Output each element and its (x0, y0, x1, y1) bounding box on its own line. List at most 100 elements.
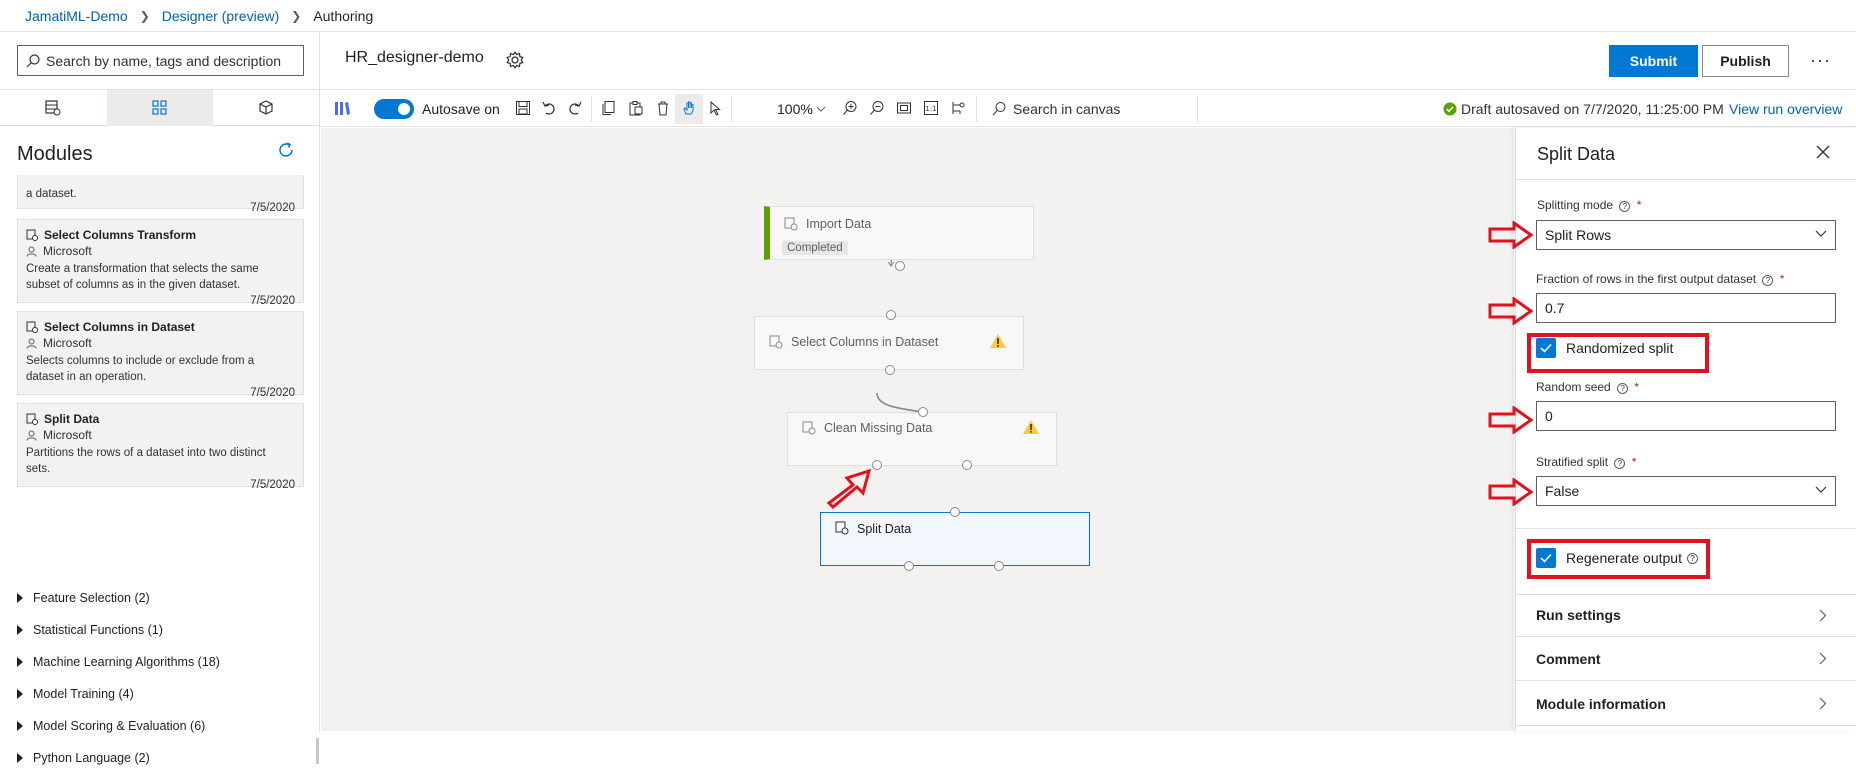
undo-icon[interactable] (541, 100, 557, 116)
module-card[interactable]: Select Columns Transform Microsoft Creat… (17, 219, 304, 307)
fraction-input[interactable]: 0.7 (1536, 293, 1836, 323)
redo-icon[interactable] (567, 100, 583, 116)
random-seed-input[interactable]: 0 (1536, 401, 1836, 431)
module-date: 7/5/2020 (250, 479, 295, 491)
more-options-button[interactable]: ··· (1810, 50, 1831, 71)
module-author-row: Microsoft (26, 428, 295, 442)
chevron-down-icon (1815, 486, 1827, 493)
node-import-data[interactable]: Import Data Completed (764, 206, 1034, 260)
tab-datasets[interactable] (0, 90, 107, 126)
actual-size-icon[interactable]: 1:1 (923, 100, 939, 116)
breadcrumb-designer-link[interactable]: Designer (preview) (162, 8, 279, 24)
splitting-mode-label: Splitting mode ? * (1537, 198, 1641, 212)
module-search-input[interactable] (46, 52, 286, 69)
node-select-columns-in-dataset[interactable]: Select Columns in Dataset (754, 316, 1024, 370)
node-split-data[interactable]: Split Data (820, 512, 1090, 566)
caret-right-icon (17, 657, 23, 667)
output-port[interactable] (904, 561, 914, 571)
pointer-select-icon[interactable] (707, 100, 723, 116)
category-label: Python Language (2) (33, 751, 150, 765)
module-information-section[interactable]: Module information (1536, 696, 1666, 712)
module-card[interactable]: Select Columns in Dataset Microsoft Sele… (17, 311, 304, 399)
output-port[interactable] (895, 261, 905, 271)
stratified-split-dropdown[interactable]: False (1536, 476, 1836, 506)
caret-right-icon (17, 625, 23, 635)
category-python-language[interactable]: Python Language (2) (17, 742, 307, 774)
zoom-in-icon[interactable] (842, 100, 858, 116)
close-icon[interactable] (1816, 145, 1830, 159)
module-card[interactable]: a dataset. 7/5/2020 (17, 175, 304, 214)
module-date: 7/5/2020 (250, 295, 295, 307)
view-run-overview-link[interactable]: View run overview (1729, 101, 1842, 117)
submit-button[interactable]: Submit (1609, 45, 1698, 77)
tab-models[interactable] (213, 90, 320, 126)
person-icon (26, 246, 37, 257)
output-port[interactable] (885, 365, 895, 375)
fit-to-screen-icon[interactable] (896, 100, 912, 116)
input-port[interactable] (950, 507, 960, 517)
output-port[interactable] (962, 460, 972, 470)
node-title: Clean Missing Data (824, 421, 933, 435)
module-description: Partitions the rows of a dataset into tw… (26, 447, 266, 475)
hand-pan-icon[interactable] (681, 100, 697, 116)
cube-icon (259, 100, 274, 115)
node-title: Select Columns in Dataset (791, 335, 939, 349)
caret-right-icon (17, 593, 23, 603)
module-category-list: Feature Selection (2) Statistical Functi… (17, 582, 307, 774)
module-date: 7/5/2020 (250, 387, 295, 399)
canvas-search-input[interactable]: Search in canvas (1013, 101, 1120, 117)
input-port[interactable] (918, 407, 928, 417)
category-statistical-functions[interactable]: Statistical Functions (1) (17, 614, 307, 646)
publish-button[interactable]: Publish (1702, 45, 1789, 77)
module-name: Select Columns Transform (44, 228, 197, 242)
zoom-level-dropdown[interactable]: 100% (777, 101, 813, 117)
annotation-arrow (1488, 406, 1534, 434)
palette-scrollbar[interactable] (316, 738, 319, 764)
autosave-label: Autosave on (422, 101, 500, 117)
autosave-toggle[interactable] (374, 99, 414, 119)
node-clean-missing-data[interactable]: Clean Missing Data (787, 412, 1057, 466)
category-model-scoring[interactable]: Model Scoring & Evaluation (6) (17, 710, 307, 742)
category-model-training[interactable]: Model Training (4) (17, 678, 307, 710)
input-port[interactable] (886, 310, 896, 320)
pipeline-canvas[interactable]: Import Data Completed Select Columns in … (321, 128, 1514, 731)
search-icon (992, 102, 1006, 116)
category-feature-selection[interactable]: Feature Selection (2) (17, 582, 307, 614)
module-search-box[interactable] (17, 45, 304, 76)
run-settings-section[interactable]: Run settings (1536, 607, 1621, 623)
success-check-icon (1443, 102, 1457, 116)
module-icon (26, 229, 38, 241)
paste-icon[interactable] (628, 100, 644, 116)
annotation-arrow (826, 468, 872, 509)
gear-icon[interactable] (505, 50, 525, 70)
module-name-row: Select Columns Transform (26, 228, 295, 242)
annotation-arrow (1488, 478, 1534, 506)
copy-icon[interactable] (601, 100, 617, 116)
node-title: Import Data (806, 217, 872, 231)
refresh-icon[interactable] (276, 140, 296, 160)
annotation-arrow (1488, 297, 1534, 325)
comment-section[interactable]: Comment (1536, 651, 1601, 667)
pipeline-name[interactable]: HR_designer-demo (345, 49, 484, 67)
annotation-box (1527, 539, 1710, 579)
output-port[interactable] (994, 561, 1004, 571)
module-card[interactable]: Split Data Microsoft Partitions the rows… (17, 403, 304, 491)
chevron-down-icon[interactable] (816, 106, 826, 112)
category-label: Statistical Functions (1) (33, 623, 163, 637)
info-icon[interactable]: ? (1619, 201, 1631, 212)
module-author: Microsoft (43, 244, 92, 258)
tab-modules[interactable] (106, 90, 214, 126)
save-icon[interactable] (515, 100, 531, 116)
library-icon[interactable] (333, 98, 351, 118)
breadcrumb-workspace-link[interactable]: JamatiML-Demo (25, 8, 128, 24)
annotation-box (1527, 333, 1709, 373)
zoom-out-icon[interactable] (869, 100, 885, 116)
canvas-toolbar: Autosave on 100% 1:1 Search in canvas Dr… (321, 89, 1856, 127)
category-ml-algorithms[interactable]: Machine Learning Algorithms (18) (17, 646, 307, 678)
auto-layout-icon[interactable] (950, 100, 966, 116)
label-text: Splitting mode (1537, 198, 1614, 212)
splitting-mode-dropdown[interactable]: Split Rows (1536, 220, 1836, 250)
panel-title: Split Data (1537, 144, 1616, 164)
module-icon (784, 217, 798, 231)
delete-icon[interactable] (655, 100, 671, 116)
